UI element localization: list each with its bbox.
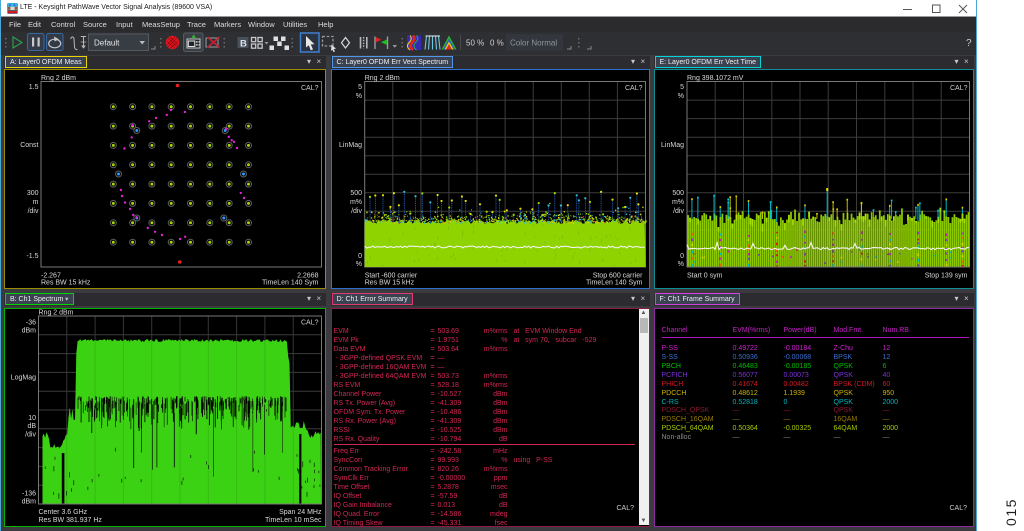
svg-text:m%: m%	[350, 199, 362, 206]
svg-text:-1.5: -1.5	[26, 253, 38, 260]
svg-text:Res BW 381.937 Hz: Res BW 381.937 Hz	[38, 517, 102, 524]
svg-text:1.5: 1.5	[28, 84, 38, 91]
svg-text:50 %: 50 %	[466, 38, 484, 47]
svg-text:%: %	[356, 93, 362, 100]
svg-text:/div: /div	[27, 208, 38, 215]
svg-text:-136: -136	[21, 491, 35, 498]
svg-text:Stop 600 carrier: Stop 600 carrier	[593, 272, 643, 279]
svg-text:?: ?	[966, 38, 972, 49]
svg-text:TimeLen 140 Sym: TimeLen 140 Sym	[586, 279, 643, 286]
svg-text:LinMag: LinMag	[339, 142, 362, 149]
svg-text:m%: m%	[672, 199, 684, 206]
svg-text:Rng 2 dBm: Rng 2 dBm	[38, 310, 73, 317]
svg-text:CAL?: CAL?	[950, 85, 968, 92]
svg-text:-36: -36	[25, 320, 35, 327]
svg-text:/div: /div	[673, 208, 684, 215]
svg-text:LogMag: LogMag	[10, 375, 35, 382]
svg-text:5: 5	[680, 84, 684, 91]
svg-text:Span 24 MHz: Span 24 MHz	[279, 509, 322, 516]
svg-text:500: 500	[672, 190, 684, 197]
svg-text:%: %	[678, 93, 684, 100]
svg-text:0: 0	[680, 253, 684, 260]
svg-text:Const: Const	[20, 142, 38, 149]
svg-text:Center 3.6 GHz: Center 3.6 GHz	[38, 509, 87, 516]
svg-text:B: B	[240, 38, 247, 49]
svg-text:0: 0	[358, 253, 362, 260]
svg-text:dBm: dBm	[21, 328, 36, 335]
svg-text:Rng 398.1072 mV: Rng 398.1072 mV	[687, 75, 744, 82]
svg-text:0 %: 0 %	[490, 38, 504, 47]
svg-text:Start 0 sym: Start 0 sym	[687, 272, 723, 279]
svg-text:m: m	[32, 199, 38, 206]
svg-text:-2.267: -2.267	[41, 272, 61, 279]
svg-text:/div: /div	[351, 208, 362, 215]
svg-text:Rng 2 dBm: Rng 2 dBm	[41, 75, 76, 82]
svg-text:Res BW 15 kHz: Res BW 15 kHz	[41, 279, 91, 286]
svg-text:2.2668: 2.2668	[297, 272, 319, 279]
svg-text:CAL?: CAL?	[300, 320, 318, 327]
svg-text:10: 10	[28, 415, 36, 422]
svg-text:TimeLen 10 mSec: TimeLen 10 mSec	[264, 517, 321, 524]
svg-text:LinMag: LinMag	[661, 142, 684, 149]
svg-text:dBm: dBm	[21, 499, 36, 506]
svg-text:Res BW 15 kHz: Res BW 15 kHz	[365, 279, 415, 286]
svg-text:5: 5	[358, 84, 362, 91]
svg-text:CAL?: CAL?	[625, 85, 643, 92]
svg-text:/div: /div	[25, 432, 36, 439]
svg-text:Stop 139 sym: Stop 139 sym	[925, 272, 968, 279]
svg-text:CAL?: CAL?	[300, 85, 318, 92]
svg-text:%: %	[356, 261, 362, 268]
svg-text:Start -600 carrier: Start -600 carrier	[365, 272, 418, 279]
svg-text:500: 500	[350, 190, 362, 197]
svg-text:Default: Default	[94, 38, 120, 47]
svg-text:dB: dB	[27, 423, 36, 430]
svg-text:Rng 2 dBm: Rng 2 dBm	[365, 75, 400, 82]
svg-text:300: 300	[26, 190, 38, 197]
svg-text:TimeLen 140 Sym: TimeLen 140 Sym	[261, 279, 318, 286]
svg-text:Color Normal: Color Normal	[510, 38, 557, 47]
svg-text:%: %	[678, 261, 684, 268]
